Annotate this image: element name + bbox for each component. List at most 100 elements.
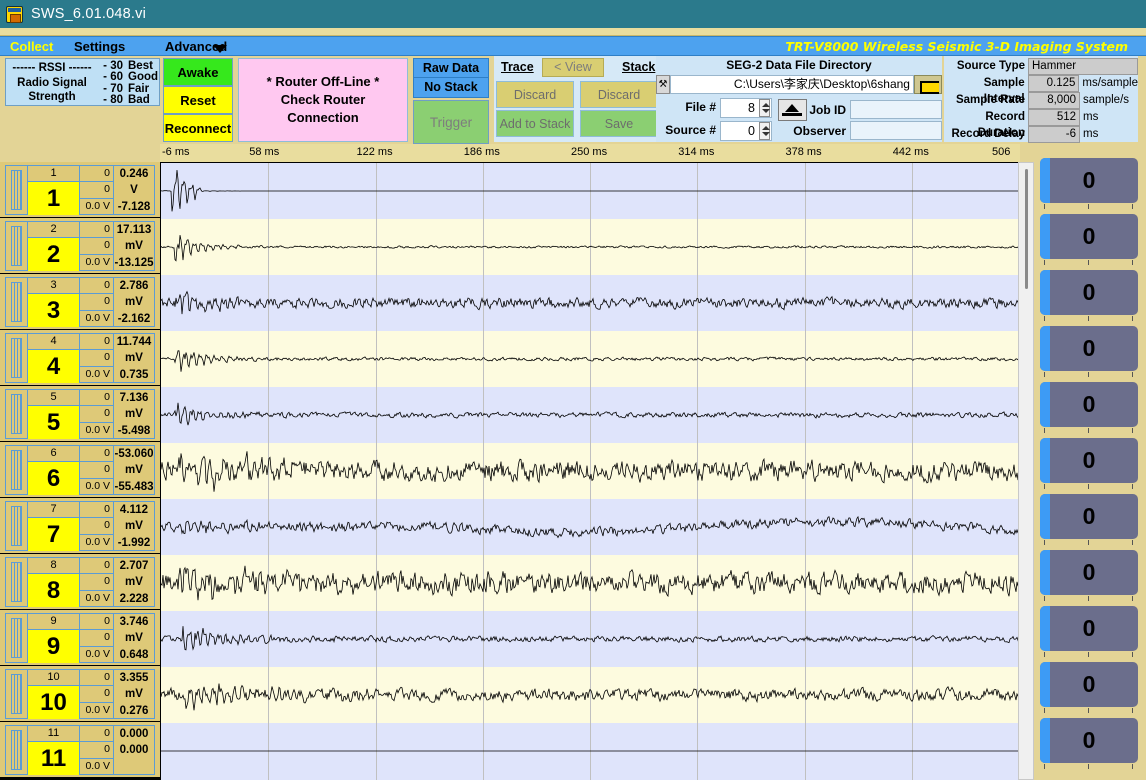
gain-slider-ticks (1040, 764, 1138, 770)
channel-stack-value: 0 (80, 446, 113, 462)
channel-drag-handle[interactable] (6, 166, 28, 214)
settings-value[interactable]: 512 (1028, 109, 1080, 126)
channel-unit-label: mV (114, 294, 154, 310)
observer-input[interactable] (850, 121, 942, 140)
gain-slider-track[interactable]: 0 (1040, 494, 1138, 539)
gain-slider-track[interactable]: 0 (1040, 718, 1138, 763)
channel-drag-handle[interactable] (6, 446, 28, 494)
channel-id-number[interactable]: 11 (28, 742, 79, 775)
no-stack-toggle[interactable]: No Stack (413, 78, 489, 98)
reconnect-button[interactable]: Reconnect (163, 114, 233, 142)
gain-slider-track[interactable]: 0 (1040, 662, 1138, 707)
settings-value[interactable]: Hammer (1028, 58, 1138, 75)
channel-row[interactable]: 99000.0 V3.746mV0.648 (0, 610, 160, 666)
channel-drag-handle[interactable] (6, 222, 28, 270)
trigger-button[interactable]: Trigger (413, 100, 489, 144)
channel-stack-value: 0 (80, 166, 113, 182)
channel-drag-handle[interactable] (6, 502, 28, 550)
channel-ch-number: 2 (28, 222, 79, 238)
gain-slider-track[interactable]: 0 (1040, 214, 1138, 259)
seismic-trace-plot[interactable] (160, 162, 1018, 780)
channel-id-number[interactable]: 10 (28, 686, 79, 719)
gain-slider[interactable]: 0 (1034, 492, 1146, 548)
seg2-directory-panel: SEG-2 Data File Directory ⚒ C:\Users\李家庆… (656, 56, 942, 142)
gain-slider-track[interactable]: 0 (1040, 326, 1138, 371)
channel-id-number[interactable]: 8 (28, 574, 79, 607)
scrollbar-thumb[interactable] (1025, 169, 1028, 289)
channel-row[interactable]: 1111000.0 V0.0000.000 (0, 722, 160, 778)
gain-slider-track[interactable]: 0 (1040, 270, 1138, 315)
plot-vertical-scrollbar[interactable] (1018, 162, 1034, 780)
folder-browse-icon[interactable] (914, 75, 942, 94)
gain-slider[interactable]: 0 (1034, 156, 1146, 212)
gain-slider[interactable]: 0 (1034, 548, 1146, 604)
channel-drag-handle[interactable] (6, 558, 28, 606)
seg2-path-input[interactable]: C:\Users\李家庆\Desktop\6shang (670, 75, 914, 94)
source-number-stepper[interactable] (759, 122, 770, 140)
channel-row[interactable]: 55000.0 V7.136mV-5.498 (0, 386, 160, 442)
channel-row[interactable]: 1010000.0 V3.355mV0.276 (0, 666, 160, 722)
gain-slider-track[interactable]: 0 (1040, 438, 1138, 483)
channel-id-number[interactable]: 6 (28, 462, 79, 495)
channel-drag-handle[interactable] (6, 614, 28, 662)
gain-slider-track[interactable]: 0 (1040, 382, 1138, 427)
settings-value[interactable]: 0.125 (1028, 75, 1080, 92)
channel-min-value: -7.128 (114, 199, 154, 215)
channel-row[interactable]: 11000.0 V0.246V-7.128 (0, 162, 160, 218)
job-id-input[interactable] (850, 100, 942, 119)
channel-id-number[interactable]: 9 (28, 630, 79, 663)
gain-slider[interactable]: 0 (1034, 660, 1146, 716)
gain-slider[interactable]: 0 (1034, 324, 1146, 380)
channel-id-number[interactable]: 7 (28, 518, 79, 551)
channel-row[interactable]: 44000.0 V11.744mV0.735 (0, 330, 160, 386)
gain-slider-ticks (1040, 540, 1138, 546)
channel-rssi-value: 0 (80, 742, 113, 758)
gain-slider-track[interactable]: 0 (1040, 158, 1138, 203)
channel-row[interactable]: 66000.0 V-53.060mV-55.483 (0, 442, 160, 498)
channel-id-number[interactable]: 1 (28, 182, 79, 215)
channel-ch-number: 10 (28, 670, 79, 686)
gain-slider[interactable]: 0 (1034, 604, 1146, 660)
channel-id-number[interactable]: 4 (28, 350, 79, 383)
channel-row[interactable]: 22000.0 V17.113mV-13.125 (0, 218, 160, 274)
trace-discard-button[interactable]: Discard (496, 81, 574, 108)
channel-stack-value: 0 (80, 670, 113, 686)
time-axis-tick: 122 ms (357, 146, 393, 158)
settings-value[interactable]: 8,000 (1028, 92, 1080, 109)
gain-slider-track[interactable]: 0 (1040, 550, 1138, 595)
channel-row[interactable]: 77000.0 V4.112mV-1.992 (0, 498, 160, 554)
channel-id-number[interactable]: 5 (28, 406, 79, 439)
gain-slider[interactable]: 0 (1034, 716, 1146, 772)
add-to-stack-button[interactable]: Add to Stack (496, 110, 574, 137)
gain-slider[interactable]: 0 (1034, 436, 1146, 492)
chevron-down-icon[interactable] (213, 45, 227, 53)
gain-slider-ticks (1040, 708, 1138, 714)
channel-peak-value: 7.136 (114, 390, 154, 406)
file-number-stepper[interactable] (759, 99, 770, 117)
channel-drag-handle[interactable] (6, 334, 28, 382)
stack-column-label[interactable]: Stack (622, 60, 655, 74)
trace-column-label[interactable]: Trace (501, 60, 534, 74)
channel-row[interactable]: 88000.0 V2.707mV2.228 (0, 554, 160, 610)
channel-drag-handle[interactable] (6, 726, 28, 774)
gain-slider[interactable]: 0 (1034, 212, 1146, 268)
gain-slider-track[interactable]: 0 (1040, 606, 1138, 651)
menu-item-collect[interactable]: Collect (10, 39, 53, 55)
stack-discard-button[interactable]: Discard (580, 81, 658, 108)
channel-id-number[interactable]: 2 (28, 238, 79, 271)
reset-button[interactable]: Reset (163, 86, 233, 114)
raw-data-toggle[interactable]: Raw Data (413, 58, 489, 78)
settings-value[interactable]: -6 (1028, 126, 1080, 143)
channel-drag-handle[interactable] (6, 390, 28, 438)
channel-drag-handle[interactable] (6, 278, 28, 326)
save-button[interactable]: Save (580, 110, 658, 137)
gain-slider[interactable]: 0 (1034, 380, 1146, 436)
channel-drag-handle[interactable] (6, 670, 28, 718)
channel-min-value: 0.276 (114, 703, 154, 719)
menu-item-settings[interactable]: Settings (74, 39, 125, 55)
gain-slider[interactable]: 0 (1034, 268, 1146, 324)
channel-row[interactable]: 33000.0 V2.786mV-2.162 (0, 274, 160, 330)
view-toggle-button[interactable]: < View (542, 58, 604, 77)
awake-button[interactable]: Awake (163, 58, 233, 86)
channel-id-number[interactable]: 3 (28, 294, 79, 327)
